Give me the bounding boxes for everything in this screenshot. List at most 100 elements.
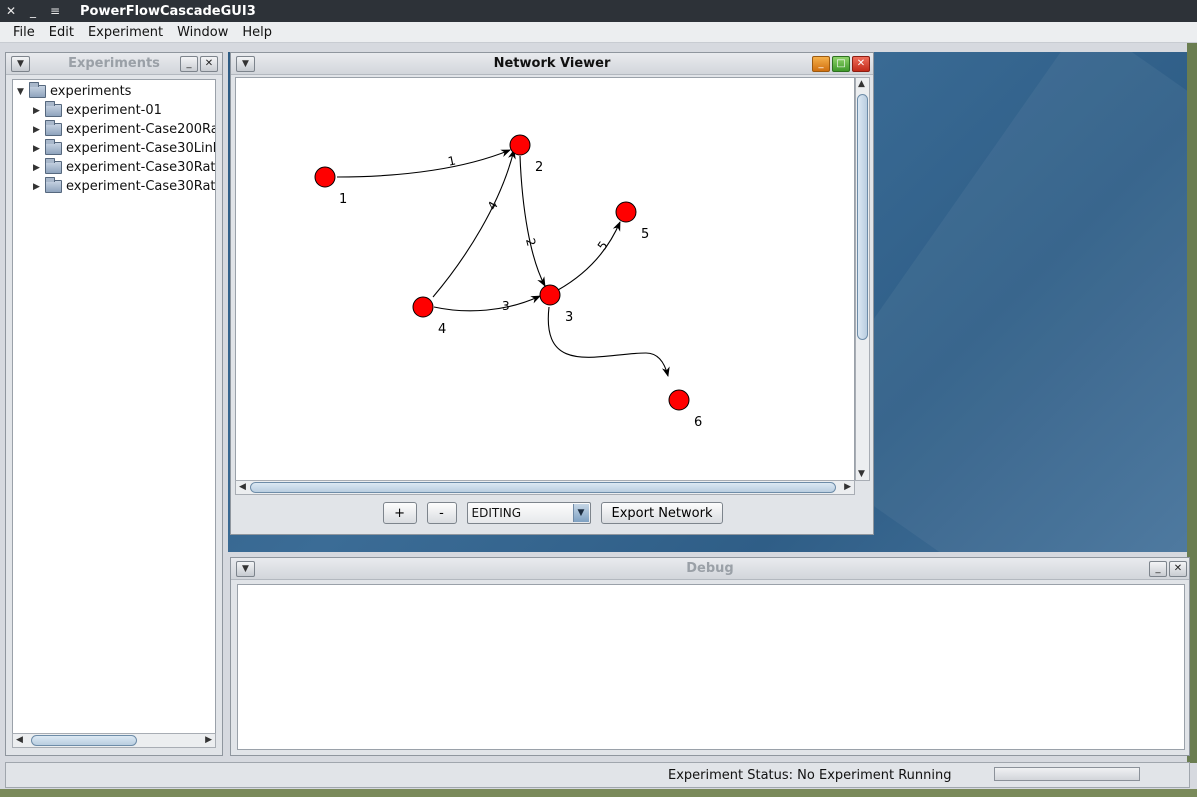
tree-item-label: experiment-Case30Rate	[66, 179, 216, 194]
network-viewer-title: Network Viewer	[493, 56, 611, 71]
status-bar: Experiment Status: No Experiment Running	[5, 762, 1190, 788]
network-canvas[interactable]: 1 2 3 4 5 1 2 3 4 5 6	[235, 77, 855, 481]
folder-icon	[45, 158, 62, 174]
experiments-title-bar[interactable]: ▼ Experiments _ ✕	[6, 53, 222, 75]
chevron-down-icon[interactable]: ▼	[572, 504, 589, 522]
minimize-icon[interactable]: _	[180, 56, 198, 72]
tree-item[interactable]: ▶ experiment-Case200Ran	[33, 120, 216, 139]
folder-icon	[45, 139, 62, 155]
experiment-progress-bar	[994, 767, 1140, 781]
expand-down-icon[interactable]: ▼	[17, 87, 29, 97]
node-label: 3	[565, 310, 573, 325]
scroll-down-icon[interactable]: ▼	[858, 469, 865, 479]
tree-item[interactable]: ▶ experiment-Case30Rate	[33, 177, 216, 196]
debug-title-bar[interactable]: ▼ Debug _ ✕	[231, 558, 1189, 580]
edge-3-5[interactable]	[557, 221, 621, 291]
expand-right-icon[interactable]: ▶	[33, 106, 45, 116]
node-6[interactable]	[668, 389, 690, 411]
folder-icon	[45, 101, 62, 117]
network-viewer-window: ▼ Network Viewer _ □ ✕ 1 2 3 4 5 1 2 3 4…	[230, 52, 874, 535]
edge-label: 3	[502, 299, 510, 313]
maximize-icon[interactable]: □	[832, 56, 850, 72]
scroll-thumb[interactable]	[857, 94, 868, 340]
window-title-bar: ✕ _ ≡ PowerFlowCascadeGUI3	[0, 0, 1197, 22]
close-icon[interactable]: ✕	[852, 56, 870, 72]
node-3[interactable]	[539, 284, 561, 306]
tree-root-label: experiments	[50, 84, 132, 99]
folder-icon	[29, 82, 46, 98]
zoom-in-button[interactable]: +	[382, 502, 417, 524]
scroll-left-icon[interactable]: ◀	[16, 735, 23, 745]
experiments-panel: ▼ Experiments _ ✕ ▼ experiments ▶ experi…	[5, 52, 223, 756]
minimize-window-icon[interactable]: _	[22, 4, 44, 18]
minimize-icon[interactable]: _	[1149, 561, 1167, 577]
node-1[interactable]	[314, 166, 336, 188]
node-label: 4	[438, 322, 446, 337]
experiments-tree: ▼ experiments ▶ experiment-01 ▶ experime…	[12, 79, 216, 737]
edge-2-3[interactable]	[519, 155, 546, 287]
edge-label: 2	[523, 237, 539, 248]
folder-icon	[45, 177, 62, 193]
close-icon[interactable]: ✕	[1169, 561, 1187, 577]
node-4[interactable]	[412, 296, 434, 318]
tree-item[interactable]: ▶ experiment-Case30Rate	[33, 158, 216, 177]
window-title: PowerFlowCascadeGUI3	[80, 3, 256, 19]
scroll-up-icon[interactable]: ▲	[858, 79, 865, 89]
debug-panel: ▼ Debug _ ✕	[230, 557, 1190, 756]
menu-edit[interactable]: Edit	[42, 25, 81, 40]
scroll-thumb[interactable]	[250, 482, 836, 493]
debug-title: Debug	[686, 561, 734, 576]
node-2[interactable]	[509, 134, 531, 156]
expand-right-icon[interactable]: ▶	[33, 125, 45, 135]
window-menu-icon[interactable]: ▼	[236, 56, 255, 72]
scroll-right-icon[interactable]: ▶	[205, 735, 212, 745]
scroll-right-icon[interactable]: ▶	[844, 482, 851, 492]
minimize-icon[interactable]: _	[812, 56, 830, 72]
node-label: 6	[694, 415, 702, 430]
background-strip	[0, 789, 1197, 797]
menu-experiment[interactable]: Experiment	[81, 25, 170, 40]
panel-menu-icon[interactable]: ▼	[11, 56, 30, 72]
edge-label: 1	[447, 153, 457, 168]
export-network-button[interactable]: Export Network	[600, 502, 724, 524]
scroll-left-icon[interactable]: ◀	[239, 482, 246, 492]
tree-item[interactable]: ▶ experiment-01	[33, 101, 162, 120]
mode-select[interactable]: EDITING ▼	[466, 502, 591, 524]
node-5[interactable]	[615, 201, 637, 223]
tree-root[interactable]: ▼ experiments	[17, 82, 131, 101]
edge-4-2[interactable]	[432, 149, 516, 298]
expand-right-icon[interactable]: ▶	[33, 144, 45, 154]
edge-4-3[interactable]	[433, 295, 541, 312]
canvas-vertical-scrollbar[interactable]: ▲ ▼	[855, 77, 870, 481]
canvas-horizontal-scrollbar[interactable]: ◀ ▶	[235, 480, 855, 495]
tree-item-label: experiment-Case200Ran	[66, 122, 216, 137]
window-menu-icon[interactable]: ≡	[44, 4, 66, 18]
network-toolbar: + - EDITING ▼ Export Network	[235, 499, 871, 527]
expand-right-icon[interactable]: ▶	[33, 163, 45, 173]
menu-window[interactable]: Window	[170, 25, 235, 40]
debug-output[interactable]	[237, 584, 1185, 750]
network-graph[interactable]: 1 2 3 4 5 1 2 3 4 5 6	[236, 78, 855, 481]
zoom-out-button[interactable]: -	[426, 502, 457, 524]
mode-select-value: EDITING	[471, 506, 522, 520]
tree-item-label: experiment-Case30Rate	[66, 160, 216, 175]
menu-bar: File Edit Experiment Window Help	[0, 22, 1197, 43]
panel-menu-icon[interactable]: ▼	[236, 561, 255, 577]
tree-horizontal-scrollbar[interactable]: ◀ ▶	[12, 733, 216, 748]
close-icon[interactable]: ✕	[200, 56, 218, 72]
edge-label: 4	[485, 199, 501, 213]
folder-icon	[45, 120, 62, 136]
node-label: 2	[535, 160, 543, 175]
node-label: 5	[641, 227, 649, 242]
menu-file[interactable]: File	[6, 25, 42, 40]
scroll-thumb[interactable]	[31, 735, 137, 746]
menu-help[interactable]: Help	[235, 25, 279, 40]
tree-item-label: experiment-Case30LinkF	[66, 141, 216, 156]
edge-label: 5	[595, 239, 611, 253]
expand-right-icon[interactable]: ▶	[33, 182, 45, 192]
node-label: 1	[339, 192, 347, 207]
close-window-icon[interactable]: ✕	[0, 4, 22, 18]
network-viewer-title-bar[interactable]: ▼ Network Viewer _ □ ✕	[231, 53, 873, 75]
tree-item[interactable]: ▶ experiment-Case30LinkF	[33, 139, 216, 158]
edge-1-2[interactable]	[336, 149, 511, 178]
